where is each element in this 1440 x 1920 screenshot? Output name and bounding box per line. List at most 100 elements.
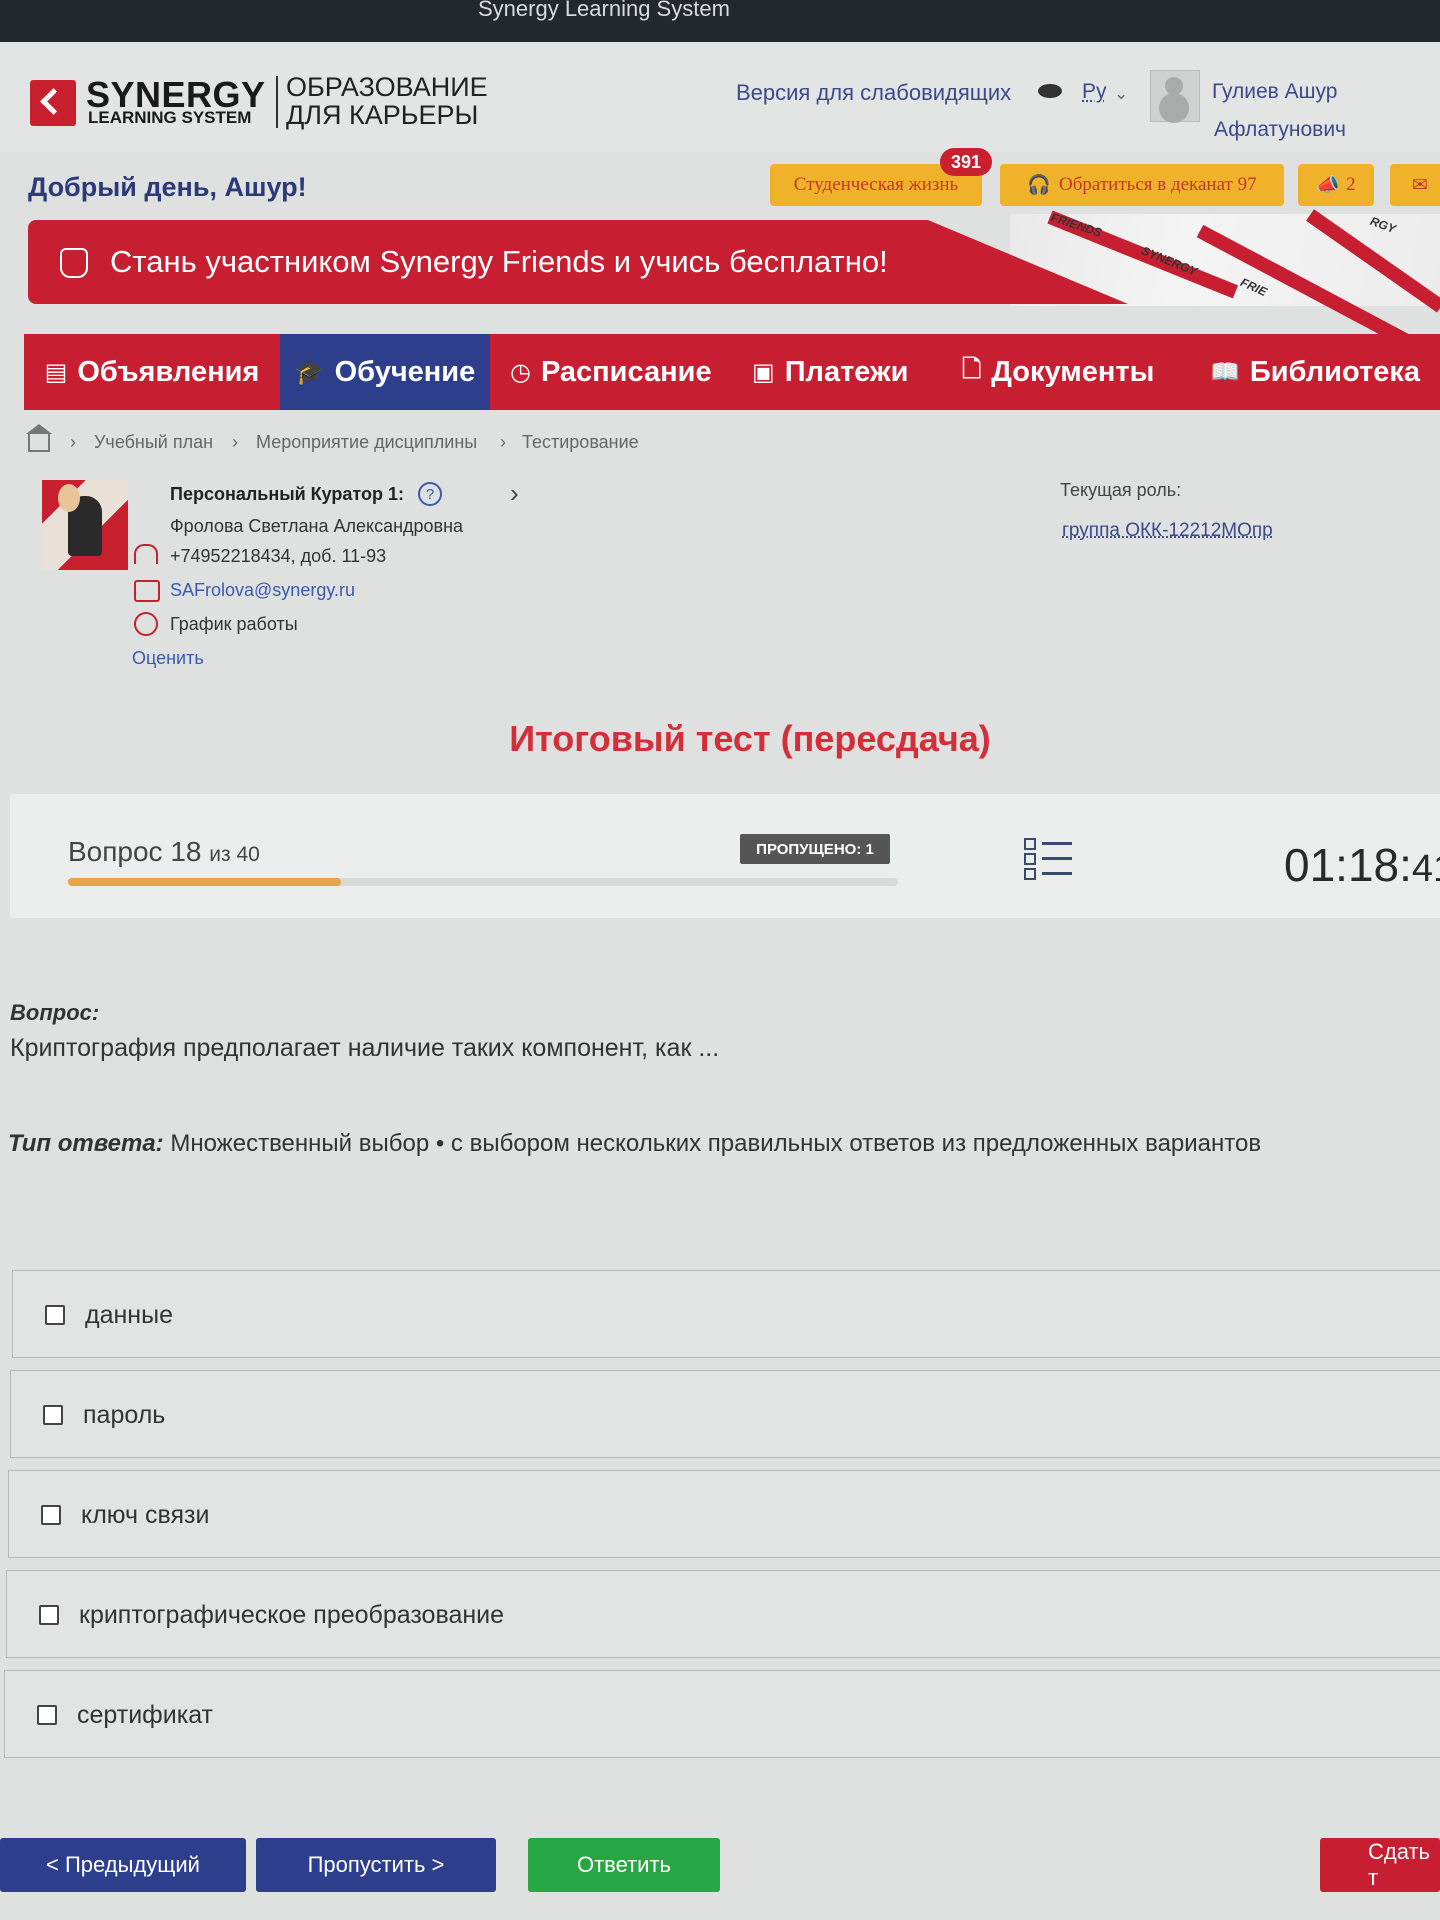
nav-label: Объявления [77,355,260,388]
curator-schedule[interactable]: График работы [170,614,298,635]
curator-title: Персональный Куратор 1: [170,484,404,504]
user-name[interactable]: Гулиев Ашур [1212,80,1337,104]
curator-phone[interactable]: +74952218434, доб. 11-93 [170,546,386,567]
nav-label: Обучение [334,355,476,388]
clock-icon: ◷ [510,358,531,386]
book-icon: 📖 [1210,358,1240,386]
answer-option[interactable]: данные [12,1270,1440,1358]
answer-button[interactable]: Ответить [528,1838,720,1892]
answer-option[interactable]: сертификат [4,1670,1440,1758]
window-title: Synergy Learning System [478,0,730,21]
language-select[interactable]: Ру [1082,80,1107,104]
synergy-logo-icon[interactable] [30,80,76,126]
announcements-button[interactable]: 📣 2 [1298,164,1374,206]
greeting: Добрый день, Ашур! [28,172,307,202]
megaphone-icon: 📣 [1316,175,1341,196]
question-counter: Вопрос 18 из 40 [68,836,260,868]
breadcrumb-item[interactable]: Мероприятие дисциплины [256,432,477,453]
answer-option[interactable]: криптографическое преобразование [6,1570,1440,1658]
curator-email[interactable]: SAFrolova@synergy.ru [170,580,355,601]
timer: 01:18:41 [1284,838,1440,892]
user-avatar[interactable] [1150,70,1200,122]
nav-label: Библиотека [1249,355,1420,388]
chevron-down-icon[interactable]: ⌄ [1114,84,1128,104]
breadcrumb-separator: › [232,432,238,452]
progress-fill [68,878,341,886]
answer-option[interactable]: пароль [10,1370,1440,1458]
money-icon: ▣ [752,358,775,386]
nav-item-announcements[interactable]: ▤ Объявления [24,334,280,410]
list-icon: ▤ [44,358,68,386]
breadcrumb-separator: › [70,432,76,452]
submit-test-button[interactable]: Сдать т [1320,1838,1440,1892]
help-icon[interactable]: ? [418,482,442,506]
rate-curator-link[interactable]: Оценить [132,648,204,669]
nav-item-documents[interactable]: 🗋 Документы [962,334,1172,410]
breadcrumb-current: Тестирование [522,432,639,452]
option-label: сертификат [77,1701,213,1729]
nav-label: Документы [991,355,1155,388]
option-checkbox[interactable] [41,1505,61,1525]
logo-edu-line1: ОБРАЗОВАНИЕ [286,72,488,102]
eye-icon[interactable] [1038,84,1062,98]
chevron-right-icon[interactable]: › [510,478,519,509]
nav-item-library[interactable]: 📖 Библиотека [1210,334,1440,410]
option-checkbox[interactable] [37,1705,57,1725]
option-label: криптографическое преобразование [79,1601,505,1629]
timer-seconds: 41 [1411,848,1440,890]
vision-impaired-link[interactable]: Версия для слабовидящих [736,80,1011,106]
promo-tag: FRIE [1238,275,1270,299]
previous-button[interactable]: < Предыдущий [0,1838,246,1892]
curator-face [58,484,80,512]
question-text: Криптография предполагает наличие таких … [10,1034,720,1062]
option-checkbox[interactable] [45,1305,65,1325]
skipped-badge[interactable]: ПРОПУЩЕНО: 1 [740,834,890,864]
list-line [1042,842,1072,845]
logo-divider [276,76,278,128]
breadcrumb-separator: › [500,432,506,452]
list-bullet [1024,853,1036,865]
nav-label: Расписание [540,355,712,388]
option-checkbox[interactable] [43,1405,63,1425]
nav-item-schedule[interactable]: ◷ Расписание [510,334,720,410]
option-checkbox[interactable] [39,1605,59,1625]
option-label: данные [85,1301,173,1329]
mail-button[interactable]: ✉ [1390,164,1440,206]
announcements-count: 2 [1346,174,1356,195]
answer-type: Тип ответа: Множественный выбор • с выбо… [8,1130,1261,1158]
question-label: Вопрос [68,836,163,867]
breadcrumb-item[interactable]: Учебный план [94,432,213,453]
headset-icon: 🎧 [1027,175,1052,196]
role-select[interactable]: группа ОКК-12212МОпр [1062,520,1273,542]
answer-type-label: Тип ответа: [8,1130,164,1157]
answer-type-text: Множественный выбор • с выбором нескольк… [170,1130,1262,1157]
question-heading: Вопрос: [10,1000,100,1025]
mail-icon: ✉ [1412,174,1428,196]
promo-tag: RGY [1368,213,1398,237]
nav-item-payments[interactable]: ▣ Платежи [752,334,932,410]
list-bullet [1024,838,1036,850]
list-line [1042,872,1072,875]
question-list-icon[interactable] [1024,838,1072,880]
dean-office-button[interactable]: 🎧 Обратиться в деканат 97 [1000,164,1284,206]
promo-text[interactable]: Стань участником Synergy Friends и учись… [110,244,888,280]
curator-photo [42,480,128,570]
headset-icon [134,544,158,564]
graduation-cap-icon: 🎓 [294,358,325,386]
user-patronymic[interactable]: Афлатунович [1214,118,1346,142]
option-label: пароль [83,1401,166,1429]
skip-button[interactable]: Пропустить > [256,1838,496,1892]
home-icon[interactable] [26,424,52,452]
logo-sub: LEARNING SYSTEM [88,108,252,127]
list-bullet [1024,868,1036,880]
hand-pointer-icon [60,248,88,278]
dean-office-label: Обратиться в деканат 97 [1059,174,1257,195]
nav-item-education[interactable]: 🎓 Обучение [280,334,490,410]
document-icon: 🗋 [962,355,982,383]
role-label: Текущая роль: [1060,480,1182,500]
question-total: из 40 [209,843,260,866]
option-label: ключ связи [81,1501,210,1529]
timer-main: 01:18: [1284,839,1412,891]
answer-option[interactable]: ключ связи [8,1470,1440,1558]
curator-name: Фролова Светлана Александровна [170,516,464,536]
